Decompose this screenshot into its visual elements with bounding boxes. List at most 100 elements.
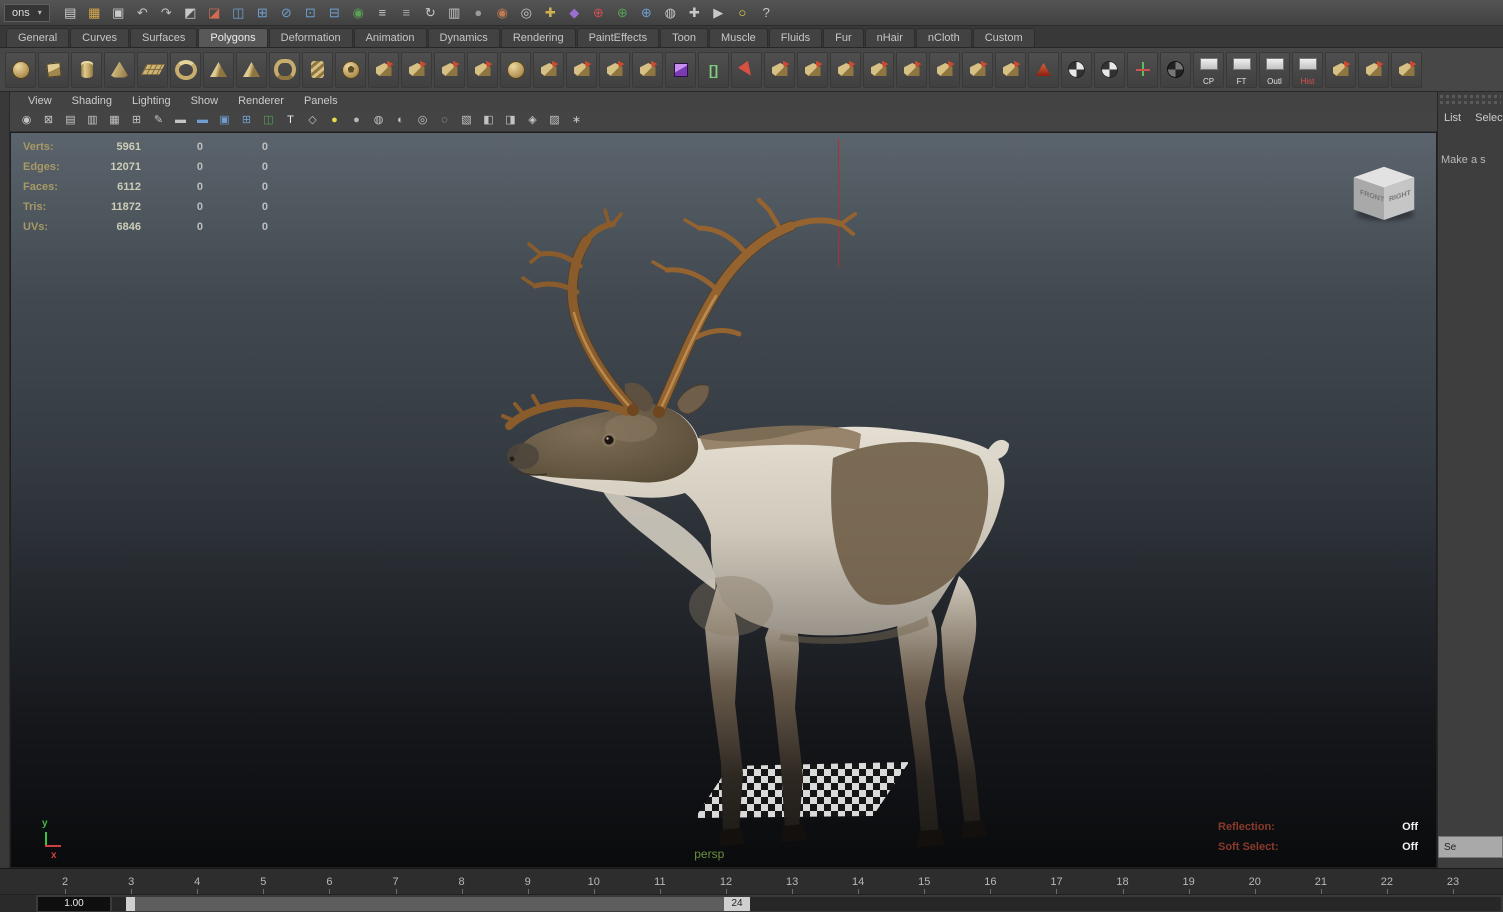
shelf-quad-draw-button[interactable]	[1325, 51, 1356, 88]
panel-menu-lighting[interactable]: Lighting	[122, 95, 181, 107]
frame-tick[interactable]: 19	[1156, 869, 1222, 894]
shelf-poly-helix-button[interactable]	[302, 51, 333, 88]
toolbar-hypershade-button[interactable]: ◆	[563, 3, 586, 23]
toolbar-symmetry-x-button[interactable]: ⊕	[587, 3, 610, 23]
shelf-cp-button[interactable]: CP	[1193, 51, 1224, 88]
shelf-quadrangulate-button[interactable]	[599, 51, 630, 88]
range-start-handle[interactable]	[126, 896, 135, 911]
toolbar-snap-to-curve-button[interactable]: ⊘	[275, 3, 298, 23]
shelf-poly-cone-button[interactable]	[104, 51, 135, 88]
viewport[interactable]: Verts: 5961 0 0 Edges: 12071 0 0 Faces: …	[10, 132, 1437, 868]
toolbar-output-connections-button[interactable]: ≡	[395, 3, 418, 23]
panel-drag-handle[interactable]	[1440, 95, 1501, 98]
panel-textured-button[interactable]: ◍	[368, 112, 389, 130]
toolbar-soft-modification-button[interactable]: ◍	[659, 3, 682, 23]
range-slider-range[interactable]: 24	[126, 896, 750, 911]
toolbar-symmetry-y-button[interactable]: ⊕	[611, 3, 634, 23]
panel-menu-view[interactable]: View	[18, 95, 62, 107]
shelf-target-weld-button[interactable]	[1391, 51, 1422, 88]
reindeer-model[interactable]	[481, 188, 1041, 858]
toolbar-save-scene-button[interactable]: ▣	[107, 3, 130, 23]
tab-polygons[interactable]: Polygons	[198, 28, 268, 47]
panel-menu-show[interactable]: Show	[181, 95, 229, 107]
toolbar-symmetry-z-button[interactable]: ⊕	[635, 3, 658, 23]
panel-two-d-pan-zoom-button[interactable]: ⊞	[126, 112, 147, 130]
panel-grease-pencil-button[interactable]: ✎	[148, 112, 169, 130]
panel-screen-space-ao-button[interactable]: ◎	[412, 112, 433, 130]
toolbar-construction-history-button[interactable]: ↻	[419, 3, 442, 23]
panel-bookmarks-button[interactable]: ▥	[82, 112, 103, 130]
toolbar-redo-button[interactable]: ↷	[155, 3, 178, 23]
panel-gate-mask-button[interactable]: ▣	[214, 112, 235, 130]
toolbar-select-object-button[interactable]: ◪	[203, 3, 226, 23]
shelf-poly-sphere-button[interactable]	[5, 51, 36, 88]
frame-tick[interactable]: 9	[495, 869, 561, 894]
frame-tick[interactable]: 8	[429, 869, 495, 894]
shelf-cut-faces-button[interactable]	[863, 51, 894, 88]
toolbar-snap-to-plane-button[interactable]: ⊟	[323, 3, 346, 23]
frame-tick[interactable]: 12	[693, 869, 759, 894]
toolbar-input-connections-button[interactable]: ≡	[371, 3, 394, 23]
shelf-poly-cube-button[interactable]	[38, 51, 69, 88]
frame-tick[interactable]: 22	[1354, 869, 1420, 894]
tab-general[interactable]: General	[6, 28, 70, 47]
tab-dynamics[interactable]: Dynamics	[427, 28, 500, 47]
panel-smooth-shade-button[interactable]: ●	[346, 112, 367, 130]
shelf-ft-button[interactable]: FT	[1226, 51, 1257, 88]
panel-film-gate-button[interactable]: ▬	[170, 112, 191, 130]
shelf-insert-edge-loop-button[interactable]	[929, 51, 960, 88]
toolbar-open-render-view-button[interactable]: ▥	[443, 3, 466, 23]
toolbar-select-component-button[interactable]: ◫	[227, 3, 250, 23]
tab-custom[interactable]: Custom	[972, 28, 1035, 47]
panel-safe-action-button[interactable]: ◫	[258, 112, 279, 130]
panel-lock-camera-button[interactable]: ⊠	[38, 112, 59, 130]
panel-motion-blur-button[interactable]: ◌	[434, 112, 455, 130]
range-end-handle[interactable]: 24	[724, 896, 750, 911]
toolbar-light-mode-button[interactable]: ○	[731, 3, 754, 23]
menu-set-dropdown[interactable]: ons ▾	[4, 3, 50, 22]
shelf-append-to-polygon-button[interactable]	[830, 51, 861, 88]
toolbar-snap-to-point-button[interactable]: ⊡	[299, 3, 322, 23]
toolbar-select-hierarchy-button[interactable]: ◩	[179, 3, 202, 23]
frame-tick[interactable]: 18	[1090, 869, 1156, 894]
frame-tick[interactable]: 7	[362, 869, 428, 894]
shelf-toggle-display-button[interactable]	[1160, 51, 1191, 88]
toolbar-ipr-render-button[interactable]: ◉	[491, 3, 514, 23]
time-slider[interactable]: 2 3 4 5 6 7 8 9 10 11 12 13 14 15 16 17 …	[0, 868, 1503, 894]
panel-menu-panels[interactable]: Panels	[294, 95, 348, 107]
tab-ncloth[interactable]: nCloth	[915, 28, 972, 47]
shelf-smooth-button[interactable]	[500, 51, 531, 88]
shelf-triangulate-button[interactable]	[566, 51, 597, 88]
range-slider-track[interactable]: 24	[112, 896, 1501, 911]
toolbar-snap-to-grid-button[interactable]: ⊞	[251, 3, 274, 23]
tab-toon[interactable]: Toon	[660, 28, 708, 47]
frame-tick[interactable]: 11	[627, 869, 693, 894]
shelf-add-divisions-button[interactable]	[995, 51, 1026, 88]
panel-drag-handle[interactable]	[1440, 101, 1501, 104]
shelf-separate-button[interactable]	[401, 51, 432, 88]
shelf-select-arrow-button[interactable]	[731, 51, 762, 88]
toolbar-new-scene-button[interactable]: ▤	[59, 3, 82, 23]
shelf-poly-torus-button[interactable]	[170, 51, 201, 88]
tab-surfaces[interactable]: Surfaces	[129, 28, 198, 47]
shelf-offset-edge-loop-button[interactable]	[962, 51, 993, 88]
shelf-booleans-button[interactable]	[467, 51, 498, 88]
right-panel-menu-list[interactable]: List	[1444, 112, 1461, 124]
shelf-poly-cylinder-button[interactable]	[71, 51, 102, 88]
panel-camera-attributes-button[interactable]: ▤	[60, 112, 81, 130]
frame-tick[interactable]: 13	[759, 869, 825, 894]
right-panel-menu-select[interactable]: Select	[1475, 112, 1503, 124]
tab-deformation[interactable]: Deformation	[268, 28, 353, 47]
shelf-multi-cut-button[interactable]	[1358, 51, 1389, 88]
shelf-history-button[interactable]: Hist	[1292, 51, 1323, 88]
frame-tick[interactable]: 20	[1222, 869, 1288, 894]
toolbar-open-scene-button[interactable]: ▦	[83, 3, 106, 23]
panel-select-camera-button[interactable]: ◉	[16, 112, 37, 130]
right-panel-button[interactable]: Se	[1438, 836, 1503, 858]
shelf-extrude-button[interactable]	[764, 51, 795, 88]
panel-exposure-button[interactable]: ◈	[522, 112, 543, 130]
tab-muscle[interactable]: Muscle	[708, 28, 768, 47]
panel-safe-title-button[interactable]: T	[280, 112, 301, 130]
frame-tick[interactable]: 6	[296, 869, 362, 894]
panel-isolate-select-button[interactable]: ◧	[478, 112, 499, 130]
